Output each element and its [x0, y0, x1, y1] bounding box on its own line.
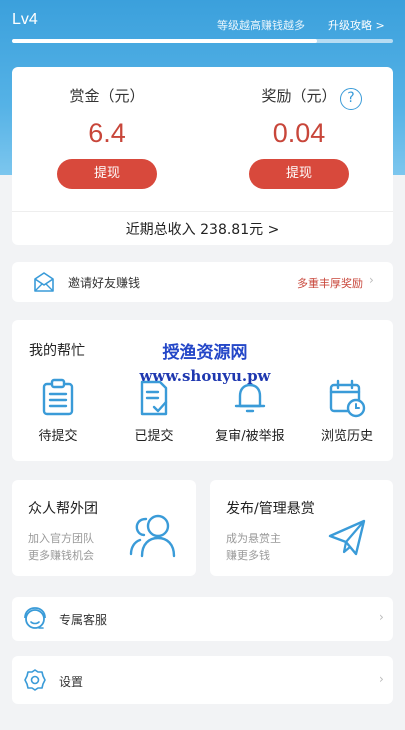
help-item-history[interactable]: 浏览历史	[302, 378, 392, 444]
bounty-withdraw-button[interactable]: 提现	[57, 159, 157, 189]
level-progress-bar	[12, 39, 393, 43]
invite-friends-row[interactable]: 邀请好友赚钱 多重丰厚奖励 ›	[12, 262, 393, 302]
team-subtitle: 加入官方团队 更多赚钱机会	[28, 530, 94, 564]
help-item-label: 已提交	[134, 429, 174, 444]
group-users-icon	[129, 514, 176, 558]
team-sub-line2: 更多赚钱机会	[28, 549, 94, 562]
my-help-title: 我的帮忙	[29, 343, 85, 359]
settings-row[interactable]: 设置 ›	[12, 656, 393, 704]
help-item-pending[interactable]: 待提交	[13, 378, 103, 444]
chevron-right-icon: ›	[379, 610, 384, 624]
bounty-sub-line1: 成为悬赏主	[226, 532, 281, 545]
chevron-right-icon: ›	[369, 273, 374, 287]
bounty-title: 赏金（元）	[69, 87, 145, 105]
customer-service-icon	[24, 607, 46, 629]
level-progress-fill	[12, 39, 317, 43]
customer-service-row[interactable]: 专属客服 ›	[12, 597, 393, 641]
bounty-sub-line2: 赚更多钱	[226, 549, 270, 562]
gear-icon	[24, 669, 46, 691]
publish-bounty-card[interactable]: 发布/管理悬赏 成为悬赏主 赚更多钱	[210, 480, 393, 576]
team-feature-card[interactable]: 众人帮外团 加入官方团队 更多赚钱机会	[12, 480, 196, 576]
upgrade-guide-link[interactable]: 升级攻略 >	[328, 17, 385, 33]
team-title: 众人帮外团	[28, 501, 98, 517]
chevron-right-icon: ›	[379, 672, 384, 686]
envelope-icon	[34, 272, 54, 292]
watermark-line2: www.shouyu.pw	[139, 367, 271, 385]
settings-label: 设置	[59, 675, 84, 689]
help-item-label: 复审/被举报	[215, 429, 285, 444]
help-item-label: 待提交	[38, 429, 78, 444]
question-icon[interactable]: ?	[340, 88, 362, 110]
divider	[12, 211, 393, 212]
invite-reward-text: 多重丰厚奖励	[297, 277, 363, 290]
clipboard-list-icon	[42, 378, 74, 416]
bounty-column: 赏金（元） 6.4 提现	[37, 85, 177, 189]
team-sub-line1: 加入官方团队	[28, 532, 94, 545]
bounty-feature-subtitle: 成为悬赏主 赚更多钱	[226, 530, 281, 564]
help-item-label: 浏览历史	[320, 429, 373, 444]
reward-withdraw-button[interactable]: 提现	[249, 159, 349, 189]
total-income-link[interactable]: 近期总收入 238.81元 >	[12, 219, 393, 239]
paper-plane-icon	[328, 519, 366, 556]
bounty-value: 6.4	[88, 118, 126, 148]
level-hint: 等级越高赚钱越多	[217, 19, 305, 32]
watermark-line1: 授渔资源网	[162, 343, 248, 363]
earnings-card: 赏金（元） 6.4 提现 奖励（元） 0.04 提现 ? 近期总收入 238.8…	[12, 67, 393, 245]
invite-label: 邀请好友赚钱	[68, 276, 141, 290]
level-label: Lv4	[12, 11, 38, 28]
reward-value: 0.04	[272, 118, 326, 148]
watermark: 授渔资源网 www.shouyu.pw	[130, 342, 280, 388]
bounty-feature-title: 发布/管理悬赏	[226, 501, 315, 517]
calendar-clock-icon	[329, 379, 366, 418]
customer-service-label: 专属客服	[59, 613, 108, 627]
